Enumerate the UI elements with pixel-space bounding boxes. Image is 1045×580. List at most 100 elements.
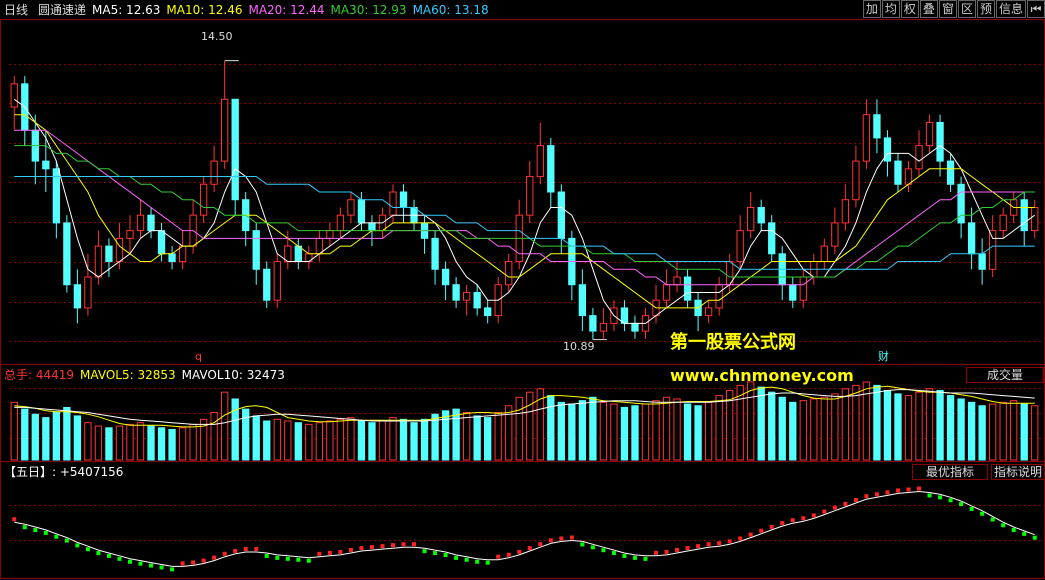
volume-bar — [126, 423, 134, 461]
volume-bar — [904, 395, 913, 461]
candle-body — [915, 145, 923, 170]
volume-bar — [578, 400, 587, 461]
skip-back-icon[interactable]: ⏮ — [1027, 0, 1045, 18]
indicator-dot — [233, 548, 238, 553]
volume-bar — [662, 396, 671, 461]
indicator-dot — [191, 560, 196, 565]
volume-bar — [42, 417, 50, 461]
indicator-dot — [654, 550, 659, 555]
candle-body — [704, 307, 713, 317]
volume-bar — [652, 400, 660, 461]
candle-body — [147, 214, 155, 232]
volume-bar — [368, 422, 376, 461]
candle-body — [999, 214, 1007, 232]
indicator-dot — [275, 555, 280, 560]
indicator-dot — [759, 528, 764, 533]
volume-bar — [778, 396, 786, 461]
period-label: 日线 — [4, 3, 28, 17]
volume-legend-label: 总手: 44419 — [4, 368, 74, 382]
volume-bar — [21, 408, 29, 461]
indicator-dot — [317, 551, 322, 556]
candle-body — [841, 199, 850, 224]
indicator-dot — [327, 550, 332, 555]
volume-bar — [210, 412, 218, 461]
candle-body — [547, 145, 555, 193]
volume-bar — [568, 403, 576, 461]
volume-bar — [1020, 403, 1028, 461]
indicator-dot — [727, 539, 732, 544]
volume-bar — [189, 423, 197, 461]
volume-bar — [399, 418, 408, 461]
indicator-dot — [874, 492, 879, 497]
indicator-panel[interactable] — [12, 486, 1037, 572]
volume-panel[interactable] — [10, 381, 1039, 461]
candle-body — [126, 230, 134, 239]
indicator-help-button[interactable]: 指标说明 — [991, 464, 1045, 480]
candle-body — [904, 168, 913, 185]
volume-bar — [357, 420, 366, 461]
volume-bar — [873, 384, 881, 461]
indicator-dot — [243, 547, 248, 551]
volume-bar — [147, 425, 155, 461]
volume-bar — [157, 427, 166, 461]
indicator-dot — [149, 563, 154, 568]
stock-chart-canvas[interactable]: 日线 圆通速递 MA5: 12.63 MA10: 12.46 MA20: 12.44… — [0, 0, 1045, 580]
volume-bar — [294, 422, 302, 461]
candle-body — [673, 276, 681, 286]
candle-body — [347, 199, 355, 216]
candle-body — [1031, 206, 1039, 232]
toolbar-button-range[interactable]: 区 — [957, 0, 976, 18]
toolbar-button-add[interactable]: 加 — [862, 0, 881, 18]
indicator-dot — [622, 553, 627, 558]
toolbar-button-window[interactable]: 窗 — [938, 0, 957, 18]
indicator-dot — [538, 542, 543, 547]
indicator-dot — [117, 556, 122, 561]
volume-bar — [315, 422, 324, 461]
volume-bar — [221, 391, 229, 461]
volume-button[interactable]: 成交量 — [966, 367, 1044, 383]
stock-name: 圆通速递 — [38, 3, 86, 17]
toolbar-button-rights[interactable]: 权 — [900, 0, 919, 18]
toolbar-button-average[interactable]: 均 — [881, 0, 900, 18]
indicator-dot — [811, 513, 816, 518]
candle-body — [820, 245, 828, 263]
volume-bar — [326, 420, 334, 461]
volume-bar — [273, 418, 281, 461]
volume-bar — [967, 401, 976, 461]
candle-body — [231, 98, 239, 201]
volume-bar — [820, 396, 828, 461]
volume-bar — [925, 388, 934, 461]
candle-body — [157, 230, 166, 255]
ma-legend-label: MA20: 12.44 — [248, 3, 324, 17]
toolbar-button-forecast[interactable]: 预 — [976, 0, 995, 18]
candle-body — [873, 114, 881, 139]
indicator-dot — [422, 549, 427, 554]
toolbar-button-overlay[interactable]: 叠 — [919, 0, 938, 18]
ma-legend-label: MA60: 13.18 — [413, 3, 489, 17]
indicator-dot — [254, 547, 259, 551]
volume-bar — [946, 395, 955, 461]
volume-bar — [978, 405, 986, 461]
indicator-dot — [43, 530, 48, 535]
indicator-dot — [369, 545, 374, 550]
indicator-dot — [12, 517, 17, 522]
candle-body — [284, 245, 292, 263]
chart-grid — [0, 19, 1045, 579]
candle-body — [115, 237, 124, 263]
price-panel[interactable] — [10, 60, 1039, 341]
best-indicator-button[interactable]: 最优指标 — [912, 464, 988, 480]
indicator-dot — [832, 505, 837, 510]
frame-border — [0, 19, 1045, 579]
volume-bar — [284, 420, 292, 461]
indicator-dot — [296, 557, 301, 562]
volume-bar — [252, 415, 260, 461]
indicator-dot — [338, 549, 343, 554]
indicator-dot — [496, 554, 501, 559]
marker-q: q — [195, 350, 202, 363]
indicator-dot — [948, 498, 953, 503]
volume-bar — [526, 391, 534, 461]
volume-legend-label: MAVOL10: 32473 — [182, 368, 285, 382]
indicator-dot — [159, 565, 164, 570]
toolbar-button-info[interactable]: 信息 — [995, 0, 1026, 18]
candle-body — [399, 191, 408, 208]
